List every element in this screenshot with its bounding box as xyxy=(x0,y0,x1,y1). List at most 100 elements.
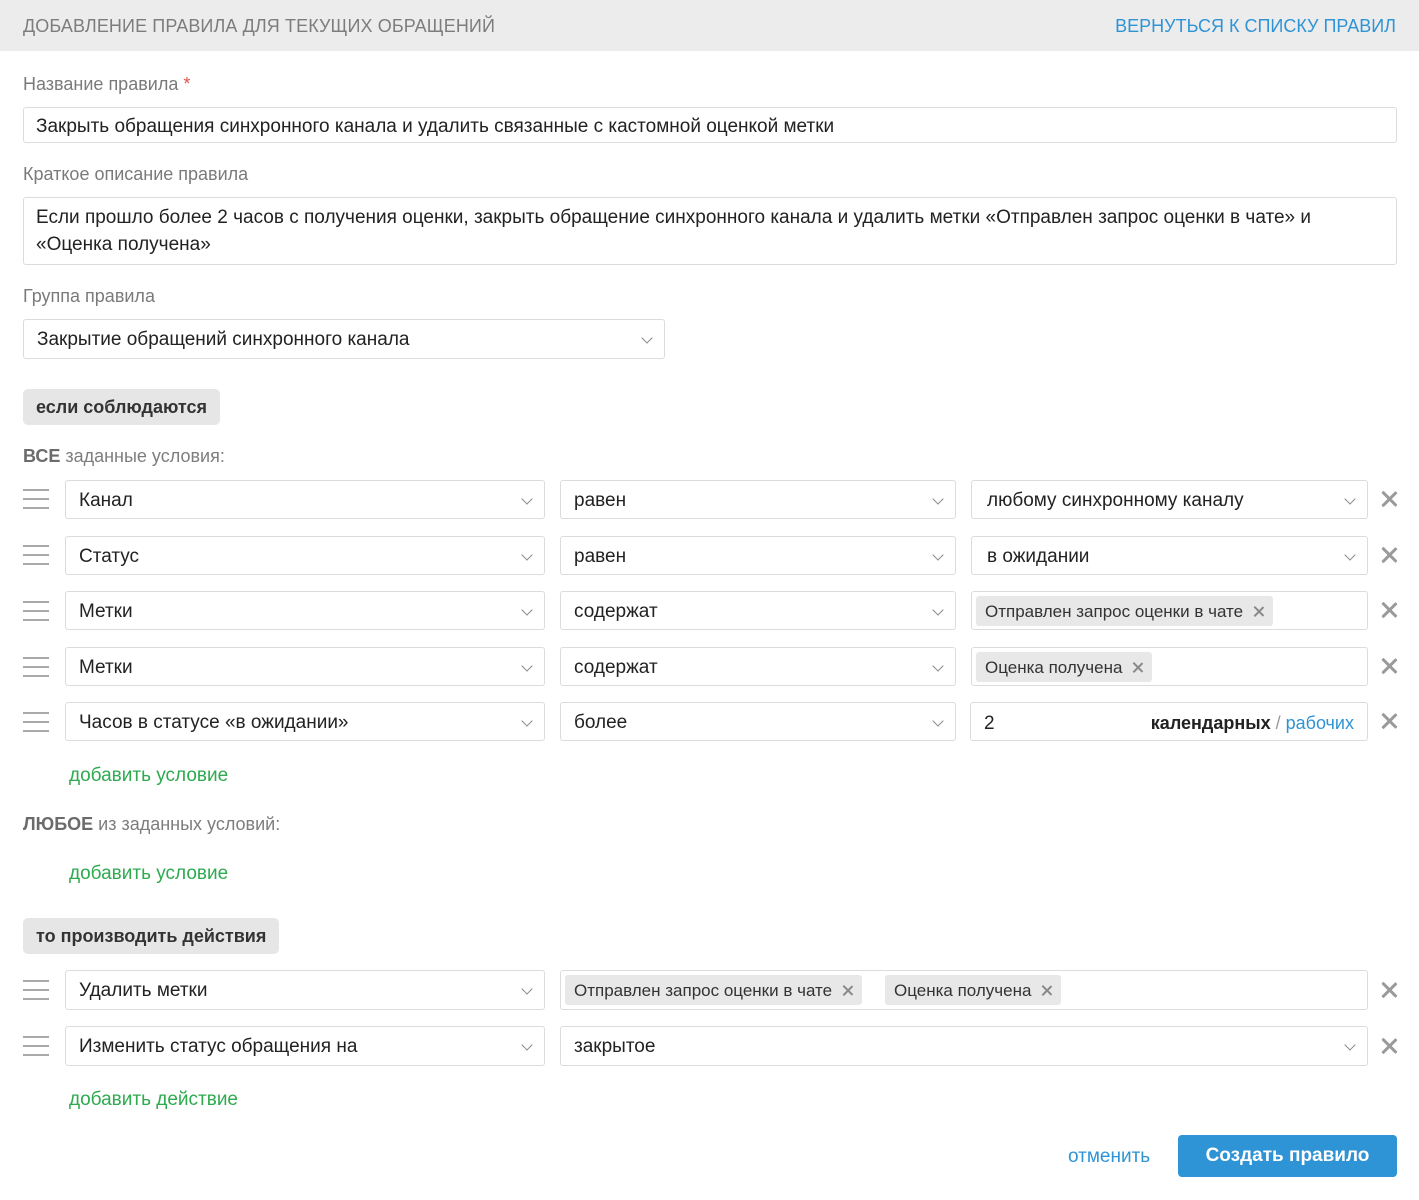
chevron-down-icon xyxy=(932,493,944,505)
hours-mode-toggle: календарных / рабочих xyxy=(1151,713,1354,734)
remove-tag-icon[interactable] xyxy=(1132,658,1144,676)
rule-name-label-text: Название правила xyxy=(23,74,179,94)
condition-tags-input[interactable]: Отправлен запрос оценки в чате xyxy=(971,591,1368,630)
tag-label: Оценка получена xyxy=(894,981,1032,1000)
drag-handle-icon[interactable] xyxy=(23,980,49,1000)
calendar-hours-option[interactable]: календарных xyxy=(1151,713,1271,733)
any-caption-bold: ЛЮБОЕ xyxy=(23,814,94,834)
action-type-value: Удалить метки xyxy=(79,980,208,1001)
create-rule-button[interactable]: Создать правило xyxy=(1178,1135,1397,1177)
remove-condition-icon[interactable] xyxy=(1380,601,1398,619)
drag-handle-icon[interactable] xyxy=(23,712,49,732)
drag-handle-icon[interactable] xyxy=(23,1036,49,1056)
back-to-rules-link[interactable]: ВЕРНУТЬСЯ К СПИСКУ ПРАВИЛ xyxy=(1115,16,1396,37)
rule-name-input[interactable]: Закрыть обращения синхронного канала и у… xyxy=(23,107,1397,143)
required-mark: * xyxy=(183,74,191,94)
chevron-down-icon xyxy=(1344,549,1356,561)
action-type-select[interactable]: Удалить метки xyxy=(65,970,545,1010)
condition-field-select[interactable]: Часов в статусе «в ожидании» xyxy=(65,702,545,741)
drag-handle-icon[interactable] xyxy=(23,601,49,621)
condition-tags-input[interactable]: Оценка получена xyxy=(971,647,1368,686)
remove-condition-icon[interactable] xyxy=(1380,657,1398,675)
action-value-select[interactable]: закрытое xyxy=(560,1026,1368,1066)
chevron-down-icon xyxy=(932,549,944,561)
tag-label: Отправлен запрос оценки в чате xyxy=(574,981,833,1000)
rule-name-value: Закрыть обращения синхронного канала и у… xyxy=(36,116,835,137)
action-type-select[interactable]: Изменить статус обращения на xyxy=(65,1026,545,1066)
condition-field-select[interactable]: Канал xyxy=(65,480,545,519)
all-caption-rest: заданные условия: xyxy=(60,446,225,466)
remove-action-icon[interactable] xyxy=(1380,1037,1398,1055)
remove-condition-icon[interactable] xyxy=(1380,712,1398,730)
tag-chip: Отправлен запрос оценки в чате xyxy=(565,975,863,1005)
tag-label: Оценка получена xyxy=(985,658,1123,677)
rule-description-value: Если прошло более 2 часов с получения оц… xyxy=(36,207,1311,255)
rule-description-label: Краткое описание правила xyxy=(23,164,249,184)
chevron-down-icon xyxy=(521,604,533,616)
condition-operator-select[interactable]: равен xyxy=(560,536,956,575)
tag-chip: Отправлен запрос оценки в чате xyxy=(976,596,1274,626)
condition-field-value: Метки xyxy=(79,601,133,622)
drag-handle-icon[interactable] xyxy=(23,545,49,565)
cancel-button[interactable]: отменить xyxy=(1068,1146,1150,1168)
condition-field-select[interactable]: Статус xyxy=(65,536,545,575)
all-conditions-caption: ВСЕ заданные условия: xyxy=(23,446,225,467)
add-condition-all-link[interactable]: добавить условие xyxy=(69,765,228,787)
condition-value-select[interactable]: любому синхронному каналу xyxy=(971,480,1368,519)
chevron-down-icon xyxy=(521,983,533,995)
condition-operator-select[interactable]: более xyxy=(560,702,956,741)
chevron-down-icon xyxy=(521,1039,533,1051)
page-header: ДОБАВЛЕНИЕ ПРАВИЛА ДЛЯ ТЕКУЩИХ ОБРАЩЕНИЙ… xyxy=(0,0,1419,51)
chevron-down-icon xyxy=(1344,493,1356,505)
rule-description-textarea[interactable]: Если прошло более 2 часов с получения оц… xyxy=(23,197,1397,265)
page-title: ДОБАВЛЕНИЕ ПРАВИЛА ДЛЯ ТЕКУЩИХ ОБРАЩЕНИЙ xyxy=(23,16,496,36)
remove-condition-icon[interactable] xyxy=(1380,546,1398,564)
condition-operator-value: равен xyxy=(574,546,627,567)
condition-field-select[interactable]: Метки xyxy=(65,591,545,630)
actions-section-pill: то производить действия xyxy=(23,918,280,954)
remove-tag-icon[interactable] xyxy=(842,981,854,999)
action-tags-input[interactable]: Отправлен запрос оценки в чате Оценка по… xyxy=(560,970,1368,1010)
hours-input[interactable]: 2 календарных / рабочих xyxy=(970,702,1368,741)
condition-field-select[interactable]: Метки xyxy=(65,647,545,686)
condition-field-value: Часов в статусе «в ожидании» xyxy=(79,712,349,733)
rule-group-value: Закрытие обращений синхронного канала xyxy=(37,329,410,350)
condition-operator-select[interactable]: содержат xyxy=(560,647,956,686)
action-value: закрытое xyxy=(574,1036,656,1057)
condition-operator-select[interactable]: содержат xyxy=(560,591,956,630)
condition-field-value: Статус xyxy=(79,546,140,567)
tag-chip: Оценка получена xyxy=(976,652,1153,682)
rule-group-select[interactable]: Закрытие обращений синхронного канала xyxy=(23,319,665,359)
chevron-down-icon xyxy=(1344,1039,1356,1051)
condition-field-value: Метки xyxy=(79,657,133,678)
any-caption-rest: из заданных условий: xyxy=(93,814,281,834)
chevron-down-icon xyxy=(932,715,944,727)
condition-operator-select[interactable]: равен xyxy=(560,480,956,519)
rule-group-label: Группа правила xyxy=(23,286,155,306)
conditions-section-pill: если соблюдаются xyxy=(23,389,220,425)
chevron-down-icon xyxy=(521,549,533,561)
remove-tag-icon[interactable] xyxy=(1253,602,1265,620)
condition-operator-value: более xyxy=(574,712,628,733)
remove-action-icon[interactable] xyxy=(1380,981,1398,999)
tag-label: Отправлен запрос оценки в чате xyxy=(985,602,1244,621)
remove-tag-icon[interactable] xyxy=(1041,981,1053,999)
hours-value: 2 xyxy=(984,713,995,734)
drag-handle-icon[interactable] xyxy=(23,657,49,677)
mode-separator: / xyxy=(1270,713,1286,733)
add-action-link[interactable]: добавить действие xyxy=(69,1089,238,1111)
chevron-down-icon xyxy=(932,660,944,672)
drag-handle-icon[interactable] xyxy=(23,489,49,509)
tag-chip: Оценка получена xyxy=(885,975,1062,1005)
all-caption-bold: ВСЕ xyxy=(23,446,61,466)
condition-value-select[interactable]: в ожидании xyxy=(971,536,1368,575)
condition-operator-value: содержат xyxy=(574,657,658,678)
working-hours-option[interactable]: рабочих xyxy=(1286,713,1354,733)
add-condition-any-link[interactable]: добавить условие xyxy=(69,863,228,885)
remove-condition-icon[interactable] xyxy=(1380,490,1398,508)
condition-operator-value: содержат xyxy=(574,601,658,622)
condition-value: в ожидании xyxy=(987,546,1090,567)
rule-name-label: Название правила * xyxy=(23,74,190,95)
action-type-value: Изменить статус обращения на xyxy=(79,1036,358,1057)
condition-operator-value: равен xyxy=(574,490,627,511)
